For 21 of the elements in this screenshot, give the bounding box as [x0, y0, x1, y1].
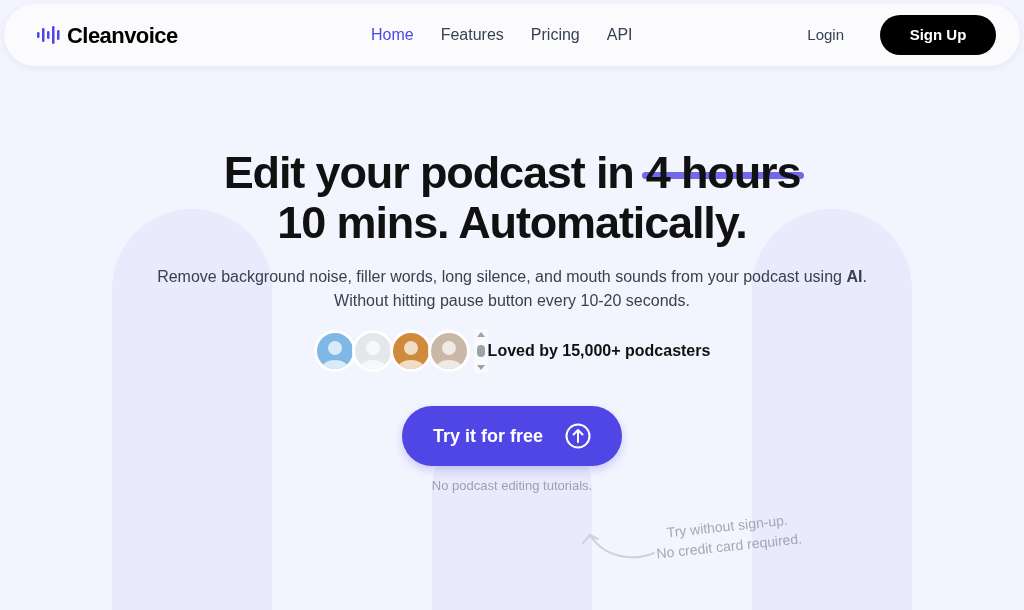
avatar: [427, 330, 470, 372]
social-proof-text: Loved by 15,000+ podcasters: [487, 341, 711, 361]
login-link[interactable]: Login: [807, 23, 844, 47]
sign-up-button[interactable]: Sign Up: [880, 15, 996, 55]
scrollbar-drawing: [473, 329, 488, 373]
avatar: [351, 330, 394, 372]
nav-link[interactable]: Features: [440, 23, 504, 47]
curved-arrow-icon: [580, 531, 656, 561]
subtitle: Remove background noise, filler words, long silence, and mouth sounds from your podcast using AI.: [157, 267, 867, 287]
cta-note: No podcast editing tutorials.: [431, 477, 593, 495]
avatar: [313, 330, 356, 372]
nav-link[interactable]: Home: [371, 23, 414, 47]
arrow-up-icon: [565, 423, 591, 449]
headline: 10 mins. Automatically.: [276, 198, 748, 248]
nav-link[interactable]: API: [606, 23, 633, 47]
avatar: [389, 330, 432, 372]
subtitle: Without hitting pause button every 10-20 seconds.: [334, 291, 690, 311]
headline: Edit your podcast in: [223, 148, 634, 198]
brand-name: Cleanvoice: [67, 21, 178, 50]
try-free-button[interactable]: Try it for free: [402, 406, 622, 466]
nav-link[interactable]: Pricing: [530, 23, 580, 47]
